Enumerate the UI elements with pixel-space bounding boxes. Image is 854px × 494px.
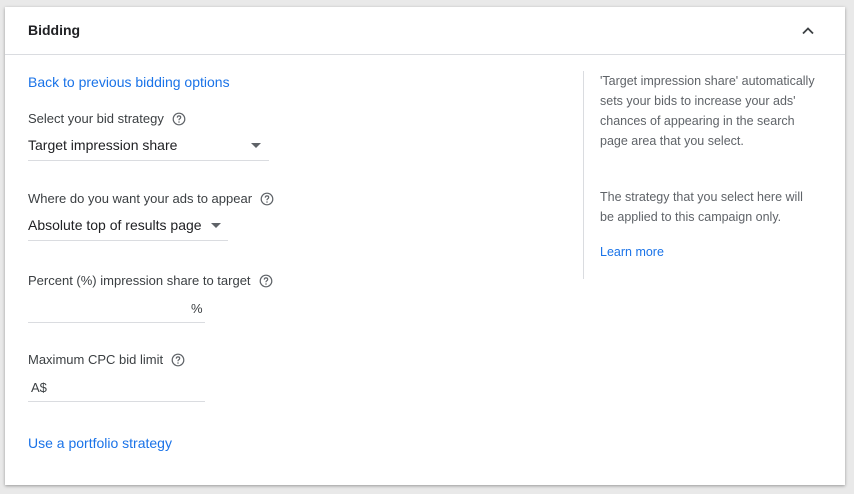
card-header: Bidding	[5, 7, 845, 55]
learn-more-link[interactable]: Learn more	[600, 245, 664, 259]
impression-share-input[interactable]	[28, 299, 183, 319]
card-title: Bidding	[28, 22, 81, 38]
vertical-divider	[583, 71, 584, 279]
ad-location-label: Where do you want your ads to appear	[28, 191, 274, 206]
help-circle-icon[interactable]	[171, 353, 185, 367]
ad-location-value: Absolute top of results page	[28, 217, 202, 233]
impression-share-label: Percent (%) impression share to target	[28, 273, 273, 288]
caret-down-icon	[251, 143, 261, 149]
impression-share-field: %	[28, 297, 205, 323]
max-cpc-field: A$	[28, 376, 205, 402]
chevron-up-icon	[802, 27, 814, 35]
max-cpc-label: Maximum CPC bid limit	[28, 352, 185, 367]
side-panel-description: 'Target impression share' automatically …	[600, 74, 815, 148]
side-panel-note: The strategy that you select here will b…	[600, 190, 803, 224]
ad-location-label-text: Where do you want your ads to appear	[28, 191, 253, 206]
max-cpc-label-text: Maximum CPC bid limit	[28, 352, 164, 367]
ad-location-select[interactable]: Absolute top of results page	[28, 215, 228, 241]
help-circle-icon[interactable]	[172, 112, 186, 126]
help-circle-icon[interactable]	[259, 274, 273, 288]
back-to-bidding-options-link[interactable]: Back to previous bidding options	[28, 74, 230, 90]
bid-strategy-value: Target impression share	[28, 137, 178, 153]
max-cpc-input[interactable]	[52, 378, 202, 398]
portfolio-strategy-link[interactable]: Use a portfolio strategy	[28, 435, 172, 451]
bid-strategy-label-text: Select your bid strategy	[28, 111, 164, 126]
currency-prefix: A$	[31, 380, 47, 395]
bid-strategy-select[interactable]: Target impression share	[28, 135, 269, 161]
bidding-card: Bidding Back to previous bidding options…	[5, 7, 845, 485]
percent-suffix: %	[191, 301, 203, 316]
caret-down-icon	[211, 223, 221, 229]
help-circle-icon[interactable]	[260, 192, 274, 206]
bid-strategy-label: Select your bid strategy	[28, 111, 186, 126]
impression-share-label-text: Percent (%) impression share to target	[28, 273, 251, 288]
collapse-button[interactable]	[798, 21, 818, 41]
